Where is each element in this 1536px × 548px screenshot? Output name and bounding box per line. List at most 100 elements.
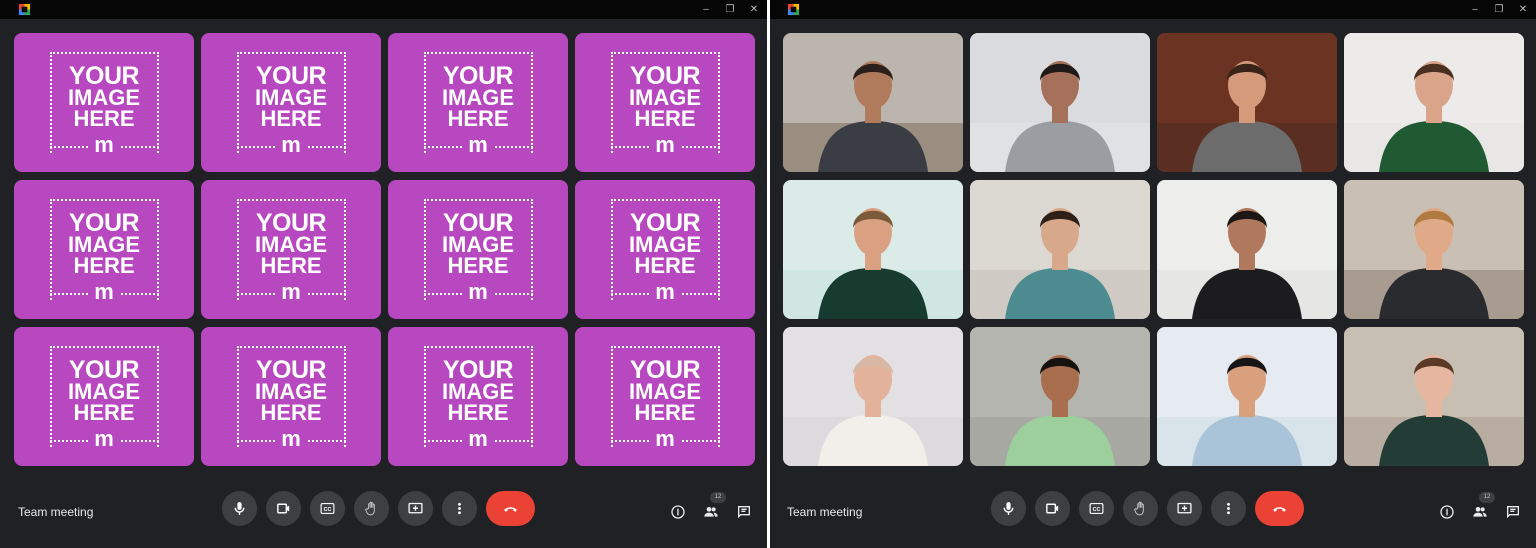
participant-video-frame [1344,33,1524,172]
placeholder-text: IMAGE [441,84,515,110]
captions-button[interactable]: CC [310,491,345,526]
participant-video-tile[interactable] [783,33,963,172]
raise-hand-button[interactable] [1123,491,1158,526]
participant-tile-placeholder[interactable]: YOUR IMAGE HERE m [201,180,381,319]
camera-button[interactable] [1035,491,1070,526]
placeholder-text: HERE [447,399,509,425]
meeting-window-right: – ❐ ✕ Team meeting CC 12 [770,0,1536,548]
placeholder-text: IMAGE [254,84,328,110]
close-button[interactable]: ✕ [749,4,759,15]
image-placeholder-frame: YOUR IMAGE HERE m [236,346,346,450]
mic-button[interactable] [222,491,257,526]
participant-video-frame [1157,33,1337,172]
arrow-right-icon [610,440,649,442]
brand-logo-icon: m [468,279,488,304]
participant-video-tile[interactable] [783,327,963,466]
placeholder-text: YOUR [255,61,327,90]
microphone-icon [234,502,245,515]
placeholder-text: HERE [634,105,696,131]
image-placeholder-frame: YOUR IMAGE HERE m [610,346,720,450]
participant-video-tile[interactable] [1344,180,1524,319]
minimize-button[interactable]: – [1470,4,1480,15]
placeholder-text: YOUR [442,355,514,384]
chat-button[interactable] [1504,503,1522,521]
brand-logo-icon: m [94,132,114,157]
raise-hand-button[interactable] [354,491,389,526]
placeholder-text: HERE [447,105,509,131]
arrow-right-icon [423,146,462,148]
people-button[interactable]: 12 [1471,492,1495,521]
placeholder-text: HERE [73,399,135,425]
participant-video-frame [1344,327,1524,466]
more-button[interactable] [442,491,477,526]
placeholder-text: IMAGE [67,84,141,110]
close-button[interactable]: ✕ [1518,4,1528,15]
participant-tile-placeholder[interactable]: YOUR IMAGE HERE m [14,327,194,466]
placeholder-text: HERE [447,252,509,278]
bottom-toolbar: Team meeting CC 12 [0,476,767,548]
participant-tile-placeholder[interactable]: YOUR IMAGE HERE m [388,180,568,319]
participant-video-tile[interactable] [970,33,1150,172]
participant-video-frame [783,180,963,319]
arrow-right-icon [49,440,88,442]
placeholder-text: YOUR [255,208,327,237]
restore-button[interactable]: ❐ [1494,4,1504,15]
participant-tile-placeholder[interactable]: YOUR IMAGE HERE m [575,180,755,319]
placeholder-text: IMAGE [67,378,141,404]
captions-button[interactable]: CC [1079,491,1114,526]
participant-tile-placeholder[interactable]: YOUR IMAGE HERE m [388,327,568,466]
participant-video-tile[interactable] [1157,33,1337,172]
camera-button[interactable] [266,491,301,526]
meeting-title: Team meeting [18,505,94,519]
participant-tile-placeholder[interactable]: YOUR IMAGE HERE m [201,327,381,466]
participant-tile-placeholder[interactable]: YOUR IMAGE HERE m [14,33,194,172]
minimize-button[interactable]: – [701,4,711,15]
placeholder-footer: m [49,426,159,451]
mic-button[interactable] [991,491,1026,526]
participant-video-frame [970,180,1150,319]
image-placeholder-frame: YOUR IMAGE HERE m [423,52,533,156]
screenshot-stage: – ❐ ✕ YOUR IMAGE HERE m YOUR IMAGE HERE m YOUR IM… [0,0,1536,548]
participant-tile-placeholder[interactable]: YOUR IMAGE HERE m [388,33,568,172]
meet-app-logo-icon [787,3,800,16]
participant-video-tile[interactable] [1344,33,1524,172]
participant-video-tile[interactable] [970,327,1150,466]
people-button[interactable]: 12 [702,492,726,521]
info-button[interactable] [669,503,687,521]
participant-tile-placeholder[interactable]: YOUR IMAGE HERE m [201,33,381,172]
meet-app-logo-icon [18,3,31,16]
arrow-left-icon [307,440,346,442]
restore-button[interactable]: ❐ [725,4,735,15]
arrow-left-icon [120,293,159,295]
info-icon [671,505,685,519]
present-button[interactable] [398,491,433,526]
participant-video-tile[interactable] [1157,327,1337,466]
image-placeholder-frame: YOUR IMAGE HERE m [49,199,159,303]
call-controls: CC [991,491,1304,526]
brand-logo-icon: m [655,132,675,157]
end-call-button[interactable] [1255,491,1304,526]
brand-logo-icon: m [94,426,114,451]
placeholder-text: HERE [634,399,696,425]
arrow-left-icon [307,293,346,295]
info-button[interactable] [1438,503,1456,521]
participant-tile-placeholder[interactable]: YOUR IMAGE HERE m [575,327,755,466]
participant-video-tile[interactable] [1157,180,1337,319]
participant-video-tile[interactable] [1344,327,1524,466]
arrow-left-icon [681,440,720,442]
more-button[interactable] [1211,491,1246,526]
participant-video-tile[interactable] [783,180,963,319]
present-button[interactable] [1167,491,1202,526]
bottom-toolbar: Team meeting CC 12 [770,476,1536,548]
end-call-button[interactable] [486,491,535,526]
image-placeholder-frame: YOUR IMAGE HERE m [49,52,159,157]
arrow-left-icon [681,293,720,295]
placeholder-footer: m [423,428,533,450]
participant-video-tile[interactable] [970,180,1150,319]
chat-button[interactable] [735,503,753,521]
camera-icon [277,503,290,514]
placeholder-footer: m [236,428,346,450]
image-placeholder-frame: YOUR IMAGE HERE m [610,52,720,157]
participant-tile-placeholder[interactable]: YOUR IMAGE HERE m [575,33,755,172]
participant-tile-placeholder[interactable]: YOUR IMAGE HERE m [14,180,194,319]
